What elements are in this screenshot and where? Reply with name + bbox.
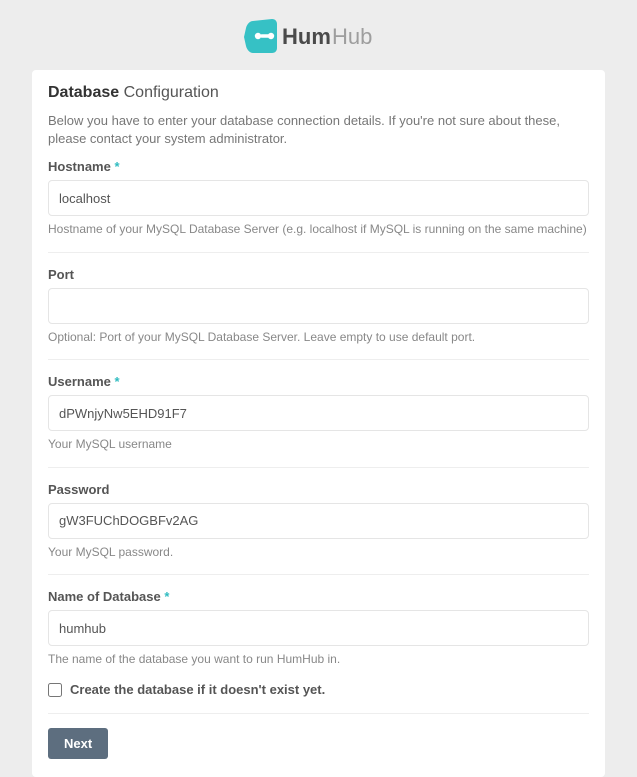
humhub-logo-icon: Hum Hub (244, 18, 394, 56)
hostname-hint: Hostname of your MySQL Database Server (… (48, 222, 589, 238)
username-label-text: Username (48, 374, 111, 389)
password-hint: Your MySQL password. (48, 545, 589, 561)
required-mark: * (114, 159, 119, 174)
required-mark: * (115, 374, 120, 389)
database-label: Name of Database * (48, 589, 589, 604)
divider (48, 467, 589, 468)
port-label: Port (48, 267, 589, 282)
field-password: Password Your MySQL password. (48, 482, 589, 561)
config-panel: Database Configuration Below you have to… (32, 70, 605, 777)
database-label-text: Name of Database (48, 589, 161, 604)
intro-text: Below you have to enter your database co… (48, 112, 589, 147)
field-port: Port Optional: Port of your MySQL Databa… (48, 267, 589, 346)
required-mark: * (164, 589, 169, 604)
username-label: Username * (48, 374, 589, 389)
port-hint: Optional: Port of your MySQL Database Se… (48, 330, 589, 346)
create-db-checkbox[interactable] (48, 683, 62, 697)
database-input[interactable] (48, 610, 589, 646)
svg-text:Hum: Hum (282, 24, 331, 49)
port-input[interactable] (48, 288, 589, 324)
username-input[interactable] (48, 395, 589, 431)
divider (48, 713, 589, 714)
divider (48, 252, 589, 253)
divider (48, 574, 589, 575)
hostname-label-text: Hostname (48, 159, 111, 174)
create-db-row: Create the database if it doesn't exist … (48, 682, 589, 697)
next-button[interactable]: Next (48, 728, 108, 759)
username-hint: Your MySQL username (48, 437, 589, 453)
create-db-label[interactable]: Create the database if it doesn't exist … (70, 682, 325, 697)
hostname-input[interactable] (48, 180, 589, 216)
hostname-label: Hostname * (48, 159, 589, 174)
field-username: Username * Your MySQL username (48, 374, 589, 453)
title-strong: Database (48, 84, 119, 101)
brand-logo: Hum Hub (0, 0, 637, 70)
title-light: Configuration (124, 84, 219, 101)
divider (48, 359, 589, 360)
password-input[interactable] (48, 503, 589, 539)
password-label: Password (48, 482, 589, 497)
field-hostname: Hostname * Hostname of your MySQL Databa… (48, 159, 589, 238)
database-hint: The name of the database you want to run… (48, 652, 589, 668)
svg-text:Hub: Hub (332, 24, 372, 49)
field-database: Name of Database * The name of the datab… (48, 589, 589, 668)
page-title: Database Configuration (48, 84, 589, 102)
